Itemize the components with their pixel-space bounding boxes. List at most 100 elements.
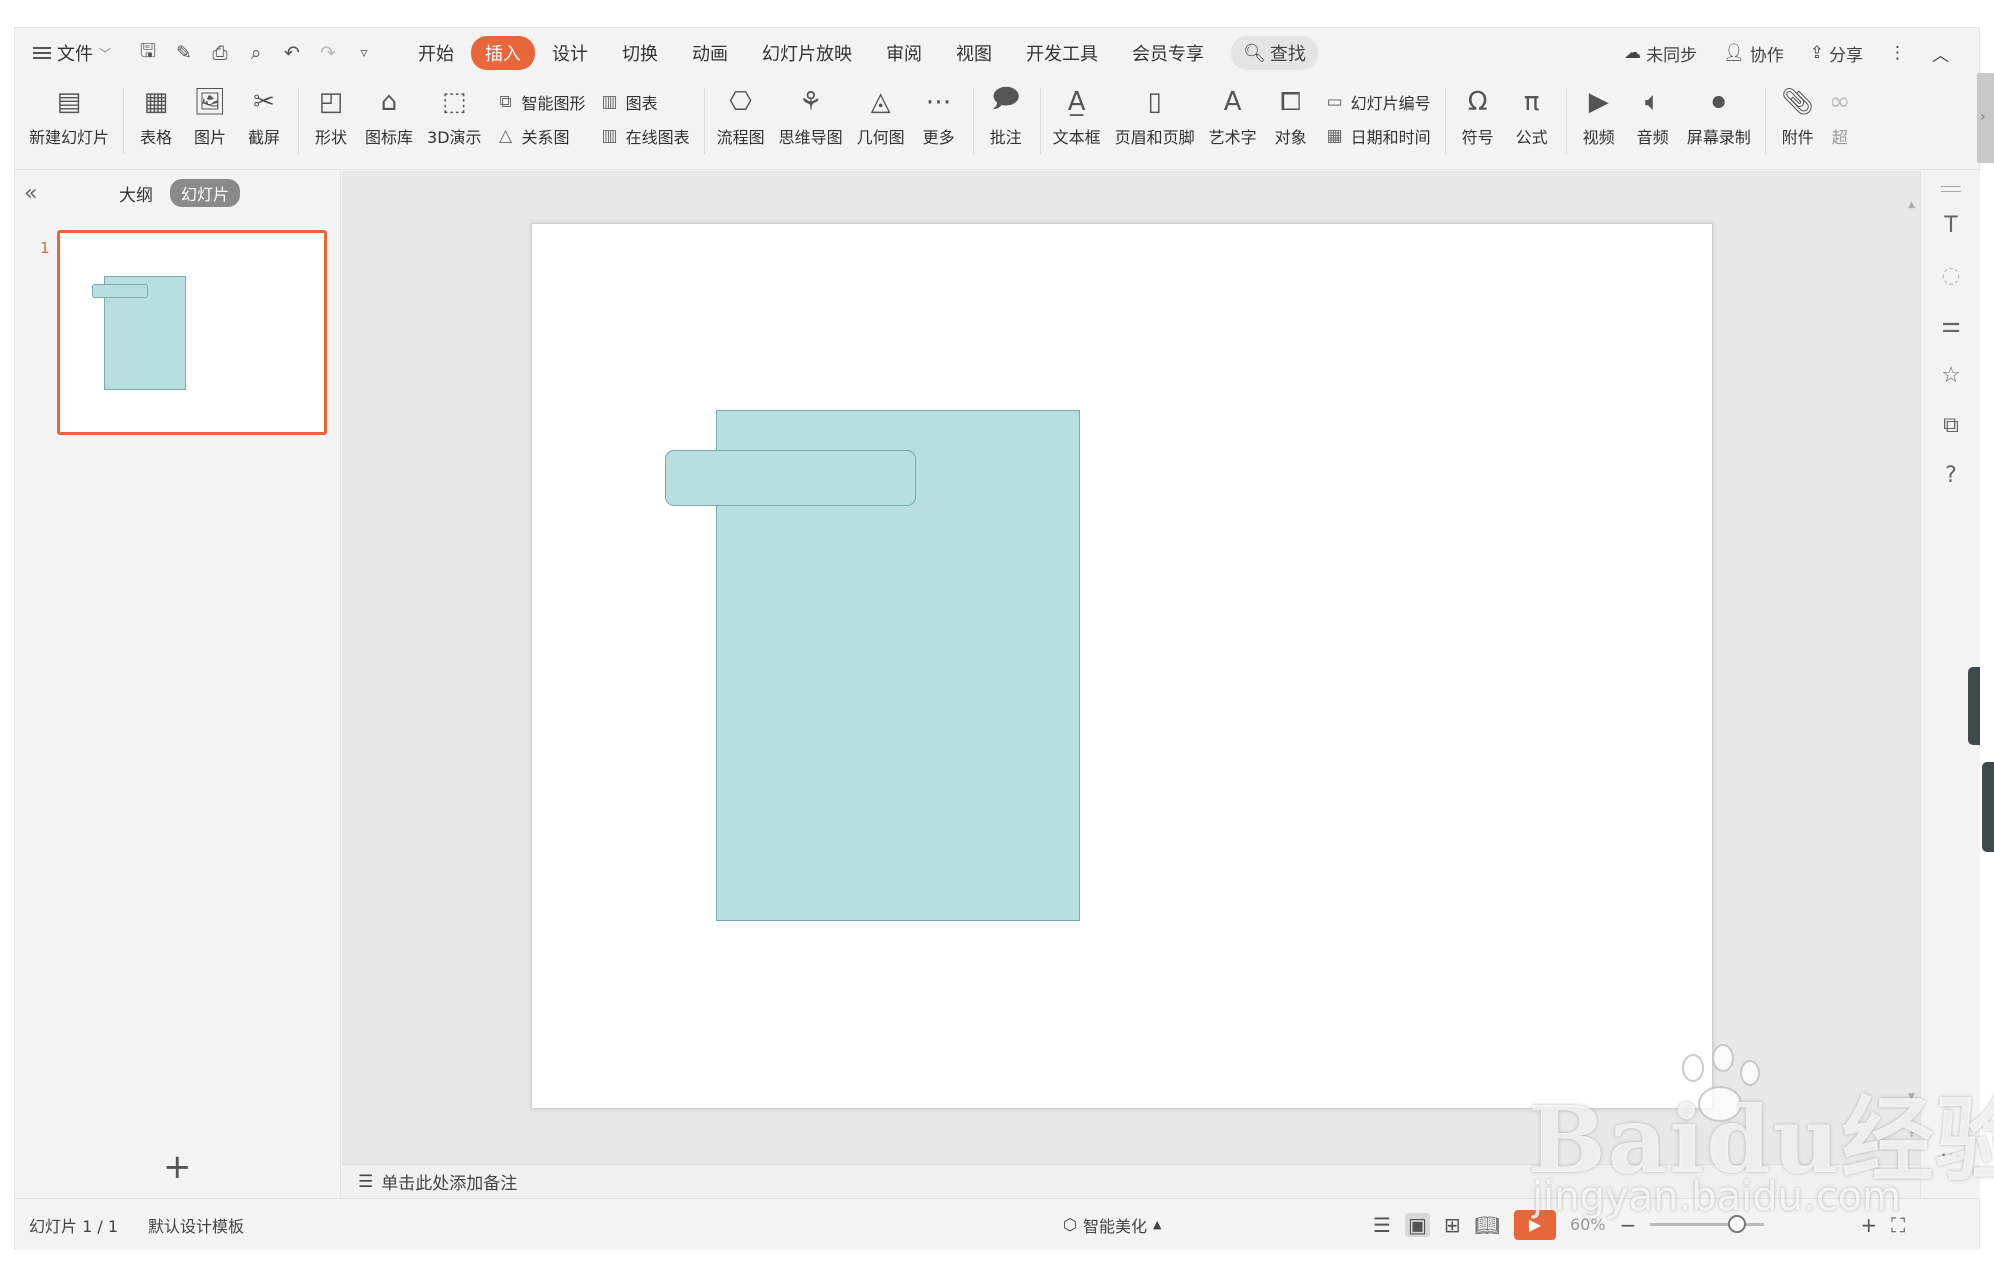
notes-placeholder: 单击此处添加备注 [381, 1174, 518, 1194]
tab-developer[interactable]: 开发工具 [1009, 36, 1115, 70]
canvas-scrollbar[interactable]: ▲ ▼ ⇞ ⇟ [1907, 200, 1921, 1160]
fit-window-icon[interactable]: ⛶ [1891, 1213, 1905, 1237]
new-slide-button[interactable]: ▤ 新建幻灯片 [29, 84, 109, 148]
datetime-button[interactable]: ▦ 日期和时间 [1325, 124, 1431, 148]
slide-transition-icon[interactable]: ⧉ [1937, 413, 1965, 438]
edge-tab[interactable] [1982, 762, 1994, 852]
beautify-button[interactable]: ⬡ 智能美化 ▲ [1063, 1213, 1161, 1237]
grid-view-icon[interactable]: ⊞ [1444, 1213, 1461, 1237]
comment-button[interactable]: 🗩 批注 [986, 84, 1026, 148]
geometry-button[interactable]: ◬ 几何图 [857, 84, 905, 148]
video-button[interactable]: ▶ 视频 [1579, 84, 1619, 148]
zoom-slider[interactable] [1650, 1215, 1765, 1233]
sync-button[interactable]: ☁ 未同步 [1624, 41, 1697, 66]
scroll-up-icon[interactable]: ▲ [1908, 200, 1915, 210]
notes-bar[interactable]: ☰ 单击此处添加备注 [342, 1164, 1920, 1198]
edge-tab[interactable] [1968, 667, 1980, 745]
screen-record-button[interactable]: ⏺ 屏幕录制 [1687, 84, 1751, 148]
picture-button[interactable]: 🖼︎ 图片 [190, 84, 230, 148]
more-ellipsis-icon[interactable]: ⋯ [1937, 1143, 1965, 1168]
wordart-label: 艺术字 [1208, 128, 1257, 147]
help-icon[interactable]: ? [1937, 463, 1965, 488]
3d-demo-button[interactable]: ⬚ 3D演示 [427, 84, 482, 148]
picture-icon: 🖼︎ [193, 87, 227, 117]
zoom-level[interactable]: 60% [1570, 1215, 1606, 1234]
bulb-icon[interactable]: ◌ [1937, 263, 1965, 288]
zoom-knob[interactable] [1728, 1215, 1747, 1233]
customize-toolbar-icon[interactable]: ▿ [353, 45, 375, 61]
play-slideshow-button[interactable]: ▶ [1514, 1209, 1556, 1240]
slide-thumbnail[interactable] [57, 230, 327, 435]
table-button[interactable]: ▦ 表格 [136, 84, 176, 148]
hyperlink-button[interactable]: ∞ 超 [1832, 84, 1848, 148]
ribbon-scroll-handle[interactable]: › [1977, 73, 1994, 163]
next-slide-icon[interactable]: ⇟ [1908, 1130, 1916, 1140]
print-preview-icon[interactable]: ⌕ [245, 42, 267, 64]
file-menu[interactable]: 文件 ﹀ [33, 40, 111, 66]
icon-library-button[interactable]: ⌂ 图标库 [365, 84, 413, 148]
add-slide-icon[interactable]: + [163, 1147, 192, 1187]
slide-number-group: ▭ 幻灯片编号 ▦ 日期和时间 [1325, 84, 1431, 148]
more-options-icon[interactable]: ⋮ [1889, 43, 1906, 63]
rounded-rectangle-shape[interactable] [665, 450, 916, 506]
video-icon: ▶ [1588, 87, 1609, 117]
normal-view-icon[interactable]: ▣ [1404, 1212, 1430, 1237]
relation-button[interactable]: △ 关系图 [496, 124, 586, 148]
format-painter-icon[interactable]: ✎ [173, 42, 195, 64]
star-icon[interactable]: ☆ [1937, 363, 1965, 388]
attachment-button[interactable]: 📎︎ 附件 [1778, 84, 1818, 148]
share-button[interactable]: ⇪ 分享 [1810, 41, 1863, 66]
settings-sliders-icon[interactable]: ⚌ [1937, 313, 1965, 338]
screenshot-button[interactable]: ✂ 截屏 [244, 84, 284, 148]
wordart-button[interactable]: A 艺术字 [1209, 84, 1257, 148]
symbol-button[interactable]: Ω 符号 [1458, 84, 1498, 148]
zoom-out-icon[interactable]: − [1620, 1213, 1637, 1237]
tab-home[interactable]: 开始 [401, 36, 471, 70]
audio-button[interactable]: 🔈︎ 音频 [1633, 84, 1673, 148]
cloud-icon: ☁ [1624, 43, 1642, 63]
template-name[interactable]: 默认设计模板 [148, 1213, 244, 1237]
tab-insert[interactable]: 插入 [471, 36, 536, 70]
zoom-in-icon[interactable]: + [1860, 1213, 1877, 1237]
shape-button[interactable]: ◰ 形状 [311, 84, 351, 148]
scroll-down-icon[interactable]: ▼ [1908, 1092, 1915, 1102]
sidebar-handle [1941, 186, 1961, 192]
tab-slides[interactable]: 幻灯片 [170, 179, 241, 207]
more-button[interactable]: ⋯ 更多 [919, 84, 959, 148]
object-button[interactable]: ⧠ 对象 [1271, 84, 1311, 148]
chart-button[interactable]: ▥ 图表 [600, 90, 690, 114]
collab-button[interactable]: 👤︎ 协作 [1723, 41, 1784, 66]
tab-animation[interactable]: 动画 [675, 36, 745, 70]
geometry-icon: ◬ [870, 87, 891, 117]
slide-number-button[interactable]: ▭ 幻灯片编号 [1325, 90, 1431, 114]
undo-icon[interactable]: ↶ [281, 42, 303, 64]
print-icon[interactable]: ⎙ [209, 42, 231, 64]
menu-bar: 文件 ﹀ 🖫 ✎ ⎙ ⌕ ↶ ↷ ▿ 开始 插入 设计 切换 动画 幻灯片放映 … [15, 28, 1979, 78]
redo-icon[interactable]: ↷ [317, 42, 339, 64]
mindmap-button[interactable]: ⚘ 思维导图 [779, 84, 843, 148]
tab-design[interactable]: 设计 [535, 36, 605, 70]
search-box[interactable]: 🔍︎ 查找 [1231, 36, 1318, 70]
collapse-ribbon-icon[interactable]: ︿ [1932, 41, 1949, 66]
save-icon[interactable]: 🖫 [137, 37, 159, 69]
reading-view-icon[interactable]: 📖︎ [1475, 1213, 1500, 1237]
tab-transition[interactable]: 切换 [605, 36, 675, 70]
flowchart-button[interactable]: ⎔ 流程图 [717, 84, 765, 148]
tab-review[interactable]: 审阅 [869, 36, 939, 70]
notes-toggle-icon[interactable]: ☰ [1373, 1213, 1391, 1237]
beautify-label: 智能美化 [1082, 1216, 1147, 1236]
formula-button[interactable]: π 公式 [1512, 84, 1552, 148]
textbox-button[interactable]: A̲ 文本框 [1053, 84, 1101, 148]
text-format-icon[interactable]: T [1937, 213, 1965, 238]
screen-record-label: 屏幕录制 [1686, 128, 1751, 147]
tab-view[interactable]: 视图 [939, 36, 1009, 70]
tab-slideshow[interactable]: 幻灯片放映 [745, 36, 869, 70]
header-footer-button[interactable]: ▯ 页眉和页脚 [1115, 84, 1195, 148]
smart-shape-button[interactable]: ⧉ 智能图形 [496, 90, 585, 114]
online-chart-button[interactable]: ▥ 在线图表 [600, 124, 690, 148]
tab-member[interactable]: 会员专享 [1115, 36, 1221, 70]
tab-outline[interactable]: 大纲 [119, 181, 153, 206]
prev-slide-icon[interactable]: ⇞ [1908, 1112, 1916, 1122]
slide-canvas[interactable] [531, 223, 1713, 1109]
collapse-panel-icon[interactable]: « [24, 181, 37, 206]
